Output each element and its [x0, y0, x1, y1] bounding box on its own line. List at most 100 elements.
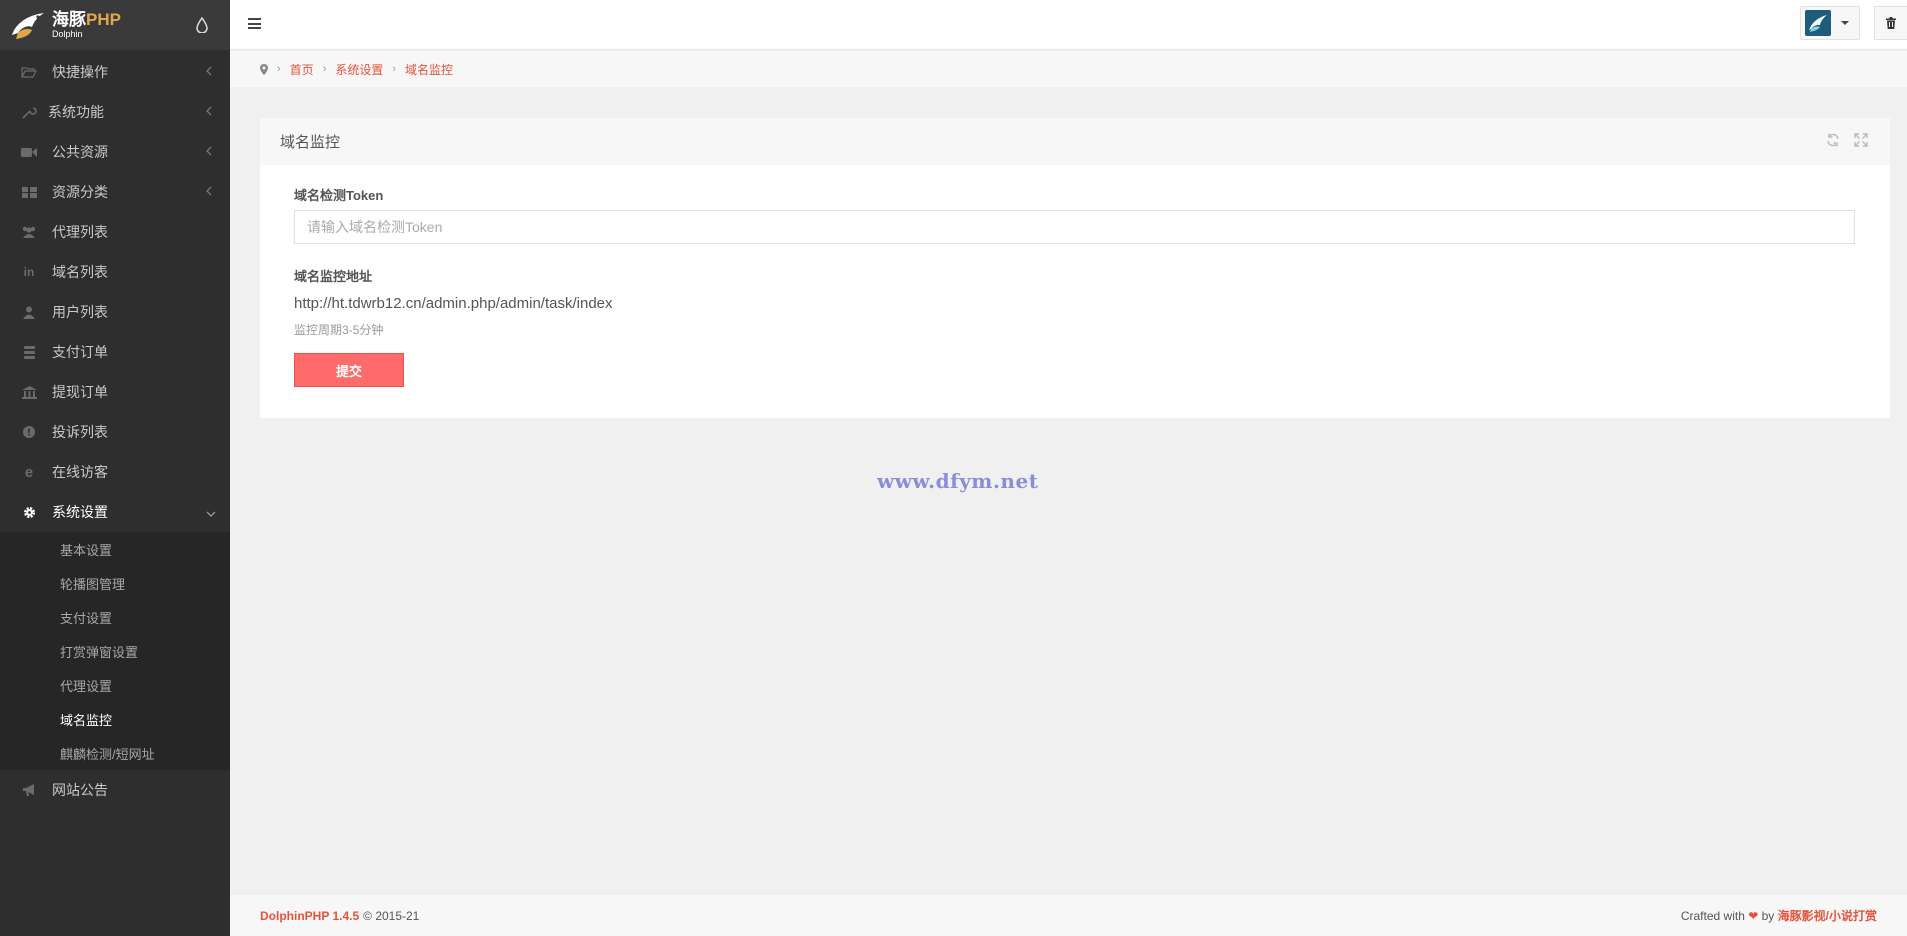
sidebar-item-label: 投诉列表: [52, 424, 108, 440]
footer-credit-link[interactable]: 海豚影视/小说打赏: [1778, 909, 1877, 923]
user-avatar: [1805, 10, 1831, 36]
gear-icon: [20, 505, 38, 519]
monitor-period-help: 监控周期3-5分钟: [294, 323, 384, 337]
heart-icon: ❤: [1748, 909, 1759, 923]
submit-button[interactable]: 提交: [294, 353, 404, 387]
top-bar: [230, 0, 1907, 50]
chevron-down-icon: [206, 508, 216, 520]
grid-icon: [20, 185, 38, 199]
chevron-left-icon: [206, 146, 214, 158]
video-camera-icon: [20, 145, 38, 159]
submenu-item-label: 域名监控: [60, 712, 113, 728]
submenu-item-tip-popup-settings[interactable]: 打赏弹窗设置: [0, 634, 230, 668]
tint-icon[interactable]: [196, 17, 208, 33]
sidebar-item-public-resources[interactable]: 公共资源: [0, 132, 230, 172]
logo-name: 海豚: [52, 10, 86, 29]
breadcrumb-separator-icon: ›: [392, 63, 397, 75]
sidebar-item-complaints[interactable]: 投诉列表: [0, 412, 230, 452]
submenu-item-basic-settings[interactable]: 基本设置: [0, 532, 230, 566]
logo-text: 海豚PHP Dolphin: [52, 11, 121, 39]
panel-header: 域名监控: [260, 118, 1890, 165]
dolphin-logo-icon: [1809, 15, 1827, 32]
map-marker-icon: [260, 63, 268, 75]
panel-title: 域名监控: [280, 134, 341, 151]
monitor-url-label: 域名监控地址: [294, 269, 373, 284]
logo-bar: 海豚PHP Dolphin: [0, 0, 230, 50]
fullscreen-icon[interactable]: [1854, 133, 1868, 147]
sidebar-item-label: 网站公告: [52, 782, 108, 798]
menu-toggle-icon[interactable]: [248, 18, 261, 29]
sidebar-nav-bottom: 网站公告: [0, 770, 230, 810]
sidebar-item-system-settings[interactable]: 系统设置: [0, 492, 230, 532]
logo-subtitle: Dolphin: [52, 29, 83, 39]
sidebar-item-system-functions[interactable]: 系统功能: [0, 92, 230, 132]
sidebar-item-label: 系统设置: [52, 504, 108, 520]
breadcrumb-separator-icon: ›: [322, 63, 327, 75]
breadcrumb-section-link[interactable]: 系统设置: [335, 61, 383, 78]
user-menu-button[interactable]: [1800, 6, 1860, 40]
sidebar-item-domain-list[interactable]: in 域名列表: [0, 252, 230, 292]
breadcrumb-current-link[interactable]: 域名监控: [405, 61, 453, 78]
sidebar-item-resource-categories[interactable]: 资源分类: [0, 172, 230, 212]
logo-php: PHP: [86, 10, 121, 29]
dolphin-logo-icon: [12, 13, 44, 39]
sidebar-item-user-list[interactable]: 用户列表: [0, 292, 230, 332]
database-icon: [20, 345, 38, 359]
chevron-left-icon: [206, 66, 214, 78]
submenu-item-label: 基本设置: [60, 542, 113, 558]
breadcrumb-separator-icon: ›: [277, 63, 281, 75]
folder-open-icon: [20, 65, 38, 79]
breadcrumb: › 首页 › 系统设置 › 域名监控: [230, 51, 1907, 87]
submenu-item-carousel-management[interactable]: 轮播图管理: [0, 566, 230, 600]
sidebar-item-label: 资源分类: [52, 184, 108, 200]
sidebar-item-label: 域名列表: [52, 264, 108, 280]
sidebar: 海豚PHP Dolphin 快捷操作 系统功能 公共资源 资源分类 代理列表 i…: [0, 0, 230, 936]
users-icon: [20, 225, 38, 239]
trash-icon: [1886, 17, 1896, 29]
footer: DolphinPHP 1.4.5 © 2015-21 Crafted with …: [230, 895, 1907, 936]
breadcrumb-home-link[interactable]: 首页: [290, 61, 314, 78]
sidebar-nav: 快捷操作 系统功能 公共资源 资源分类 代理列表 in 域名列表 用户列表 支付…: [0, 52, 230, 532]
clear-cache-button[interactable]: [1874, 6, 1907, 40]
caret-down-icon: [1841, 21, 1849, 25]
bullhorn-icon: [20, 783, 38, 797]
sidebar-item-site-announcements[interactable]: 网站公告: [0, 770, 230, 810]
bank-icon: [20, 385, 38, 399]
submenu-item-label: 代理设置: [60, 678, 113, 694]
sidebar-item-label: 支付订单: [52, 344, 108, 360]
footer-crafted-text: Crafted with: [1680, 909, 1745, 923]
wrench-icon: [20, 105, 38, 119]
submenu-item-payment-settings[interactable]: 支付设置: [0, 600, 230, 634]
submenu-item-label: 支付设置: [60, 610, 113, 626]
footer-copyright: © 2015-21: [363, 908, 420, 923]
sidebar-item-payment-orders[interactable]: 支付订单: [0, 332, 230, 372]
sidebar-item-label: 代理列表: [52, 224, 108, 240]
sidebar-item-label: 提现订单: [52, 384, 108, 400]
sidebar-item-withdraw-orders[interactable]: 提现订单: [0, 372, 230, 412]
submenu-item-agent-settings[interactable]: 代理设置: [0, 668, 230, 702]
exclamation-circle-icon: [20, 425, 38, 439]
footer-credit: Crafted with ❤ by 海豚影视/小说打赏: [1681, 907, 1877, 924]
submenu-item-label: 轮播图管理: [60, 576, 126, 592]
user-icon: [20, 305, 38, 319]
sidebar-item-label: 在线访客: [52, 464, 108, 480]
footer-by-text: by: [1761, 909, 1775, 923]
sidebar-item-label: 用户列表: [52, 304, 108, 320]
linkedin-icon: in: [23, 265, 35, 279]
monitor-url-value: http://ht.tdwrb12.cn/admin.php/admin/tas…: [294, 295, 613, 312]
sidebar-item-agent-list[interactable]: 代理列表: [0, 212, 230, 252]
domain-monitor-panel: 域名监控 域名检测Token 域名监控地址 http://ht.tdwrb12.…: [260, 118, 1890, 418]
sidebar-item-quick-actions[interactable]: 快捷操作: [0, 52, 230, 92]
watermark-text: www.dfym.net: [877, 469, 1039, 493]
refresh-icon[interactable]: [1826, 133, 1840, 147]
chevron-left-icon: [206, 186, 214, 198]
submenu-item-label: 麒麟检测/短网址: [60, 746, 155, 762]
submenu-item-qilin-check-short-url[interactable]: 麒麟检测/短网址: [0, 736, 230, 770]
footer-brand[interactable]: DolphinPHP 1.4.5: [260, 909, 359, 923]
token-label: 域名检测Token: [294, 188, 384, 203]
token-input[interactable]: [294, 210, 1855, 244]
submenu-item-domain-monitor[interactable]: 域名监控: [0, 702, 230, 736]
panel-tools: [1826, 133, 1868, 147]
sidebar-item-label: 系统功能: [48, 104, 104, 120]
sidebar-item-online-visitors[interactable]: e 在线访客: [0, 452, 230, 492]
